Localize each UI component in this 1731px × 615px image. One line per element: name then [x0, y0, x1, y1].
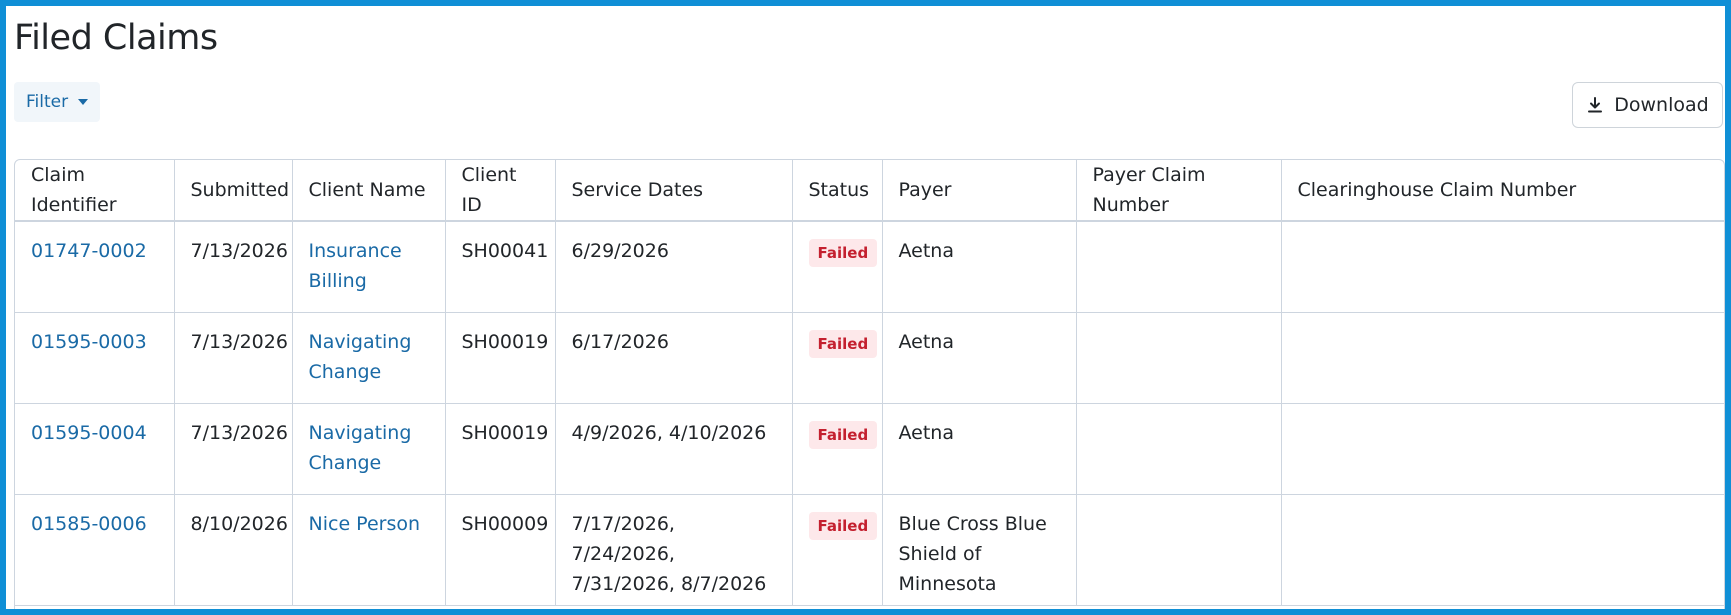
column-header-payer[interactable]: Payer — [882, 160, 1077, 222]
status-cell: Failed — [792, 494, 883, 606]
status-cell: Failed — [792, 403, 883, 495]
claim-id-cell: 01595-0003 — [15, 312, 175, 404]
service-dates-cell: 6/17/2026 — [555, 312, 793, 404]
claim-id-link[interactable]: 01585-0006 — [31, 513, 147, 535]
column-header-service-dates[interactable]: Service Dates — [555, 160, 793, 222]
client-name-link[interactable]: Insurance Billing — [309, 240, 402, 292]
service-dates-cell: 4/9/2026, 4/10/2026 — [555, 403, 793, 495]
status-cell: Failed — [792, 312, 883, 404]
column-header-client-name[interactable]: Client Name — [292, 160, 446, 222]
table-row: 01595-0004 7/13/2026 Navigating Change S… — [15, 403, 1724, 495]
clearinghouse-claim-number-cell — [1281, 494, 1724, 606]
column-header-clearinghouse-claim-number[interactable]: Clearinghouse Claim Number — [1281, 160, 1724, 222]
submitted-cell: 8/10/2026 — [174, 494, 293, 606]
claim-id-cell: 01747-0002 — [15, 221, 175, 313]
client-name-cell: Navigating Change — [292, 312, 446, 404]
download-icon — [1588, 97, 1603, 113]
filed-claims-page: Filed Claims Filter Download Claim Ident… — [6, 6, 1725, 609]
status-badge: Failed — [808, 239, 878, 267]
client-name-link[interactable]: Nice Person — [309, 513, 421, 535]
column-header-submitted[interactable]: Submitted — [174, 160, 293, 222]
table-header: Claim Identifier Submitted Client Name C… — [15, 160, 1724, 222]
client-id-cell: SH00019 — [445, 403, 556, 495]
filter-button[interactable]: Filter — [14, 82, 101, 122]
column-header-status[interactable]: Status — [792, 160, 883, 222]
payer-cell: Aetna — [882, 403, 1077, 495]
claim-id-link[interactable]: 01595-0003 — [31, 331, 147, 353]
service-dates-cell: 6/29/2026 — [555, 221, 793, 313]
table-body: 01747-0002 7/13/2026 Insurance Billing S… — [15, 221, 1724, 606]
claims-table-container[interactable]: Claim Identifier Submitted Client Name C… — [14, 159, 1725, 609]
client-id-cell: SH00019 — [445, 312, 556, 404]
payer-cell: Aetna — [882, 221, 1077, 313]
claim-id-cell: 01595-0004 — [15, 403, 175, 495]
service-dates-cell: 7/17/2026, 7/24/2026, 7/31/2026, 8/7/202… — [555, 494, 793, 606]
claim-id-cell: 01585-0006 — [15, 494, 175, 606]
status-cell: Failed — [792, 221, 883, 313]
status-badge: Failed — [808, 329, 878, 358]
table-row: 01595-0003 7/13/2026 Navigating Change S… — [15, 312, 1724, 404]
claims-table: Claim Identifier Submitted Client Name C… — [15, 160, 1724, 606]
table-row: 01585-0006 8/10/2026 Nice Person SH00009… — [15, 494, 1724, 606]
client-name-link[interactable]: Navigating Change — [309, 422, 412, 474]
filter-label: Filter — [26, 92, 69, 112]
column-header-claim-identifier[interactable]: Claim Identifier — [15, 160, 175, 222]
claim-id-link[interactable]: 01595-0004 — [31, 422, 147, 444]
status-badge: Failed — [808, 511, 878, 540]
client-name-link[interactable]: Navigating Change — [309, 331, 412, 383]
submitted-cell: 7/13/2026 — [174, 403, 293, 495]
download-label: Download — [1614, 94, 1709, 116]
client-id-cell: SH00009 — [445, 494, 556, 606]
clearinghouse-claim-number-cell — [1281, 312, 1724, 404]
client-id-cell: SH00041 — [445, 221, 556, 313]
payer-claim-number-cell — [1076, 312, 1282, 404]
payer-claim-number-cell — [1076, 494, 1282, 606]
payer-cell: Blue Cross Blue Shield of Minnesota — [882, 494, 1077, 606]
submitted-cell: 7/13/2026 — [174, 221, 293, 313]
client-name-cell: Navigating Change — [292, 403, 446, 495]
table-row: 01747-0002 7/13/2026 Insurance Billing S… — [15, 221, 1724, 313]
page-title: Filed Claims — [14, 18, 218, 58]
claim-id-link[interactable]: 01747-0002 — [31, 240, 147, 262]
submitted-cell: 7/13/2026 — [174, 312, 293, 404]
payer-claim-number-cell — [1076, 221, 1282, 313]
column-header-payer-claim-number[interactable]: Payer Claim Number — [1076, 160, 1282, 222]
client-name-cell: Nice Person — [292, 494, 446, 606]
payer-claim-number-cell — [1076, 403, 1282, 495]
clearinghouse-claim-number-cell — [1281, 403, 1724, 495]
client-name-cell: Insurance Billing — [292, 221, 446, 313]
status-badge: Failed — [808, 420, 878, 449]
header-row: Claim Identifier Submitted Client Name C… — [15, 160, 1724, 222]
column-header-client-id[interactable]: Client ID — [445, 160, 556, 222]
payer-cell: Aetna — [882, 312, 1077, 404]
caret-down-icon — [78, 99, 89, 105]
clearinghouse-claim-number-cell — [1281, 221, 1724, 313]
download-button[interactable]: Download — [1572, 82, 1723, 128]
